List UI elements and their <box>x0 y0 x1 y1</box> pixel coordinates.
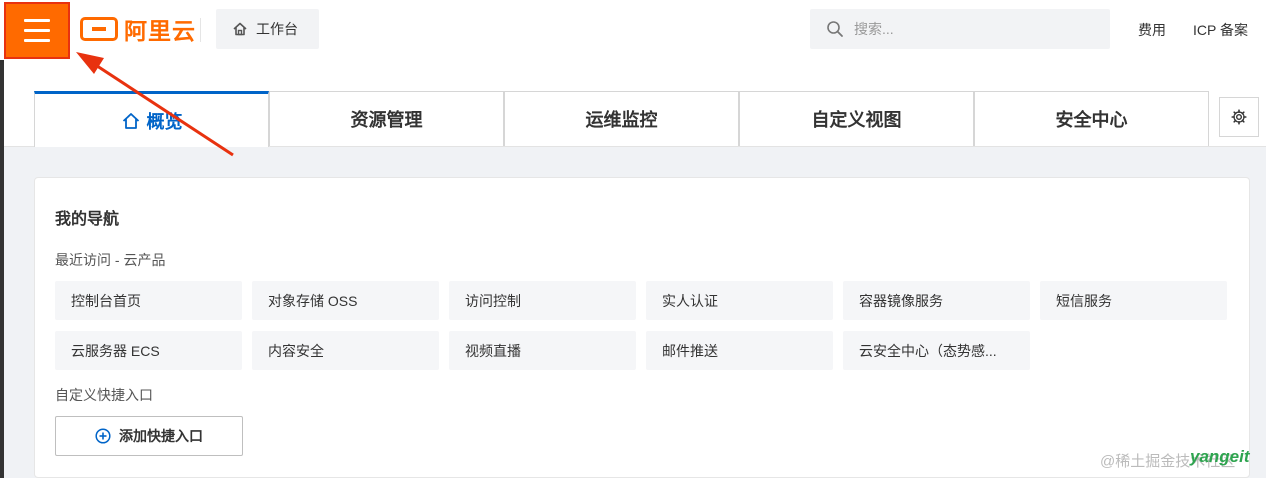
product-shortcut[interactable]: 邮件推送 <box>646 331 833 370</box>
aliyun-logo[interactable]: 阿里云 <box>80 14 196 44</box>
tab-resource-management[interactable]: 资源管理 <box>269 91 504 146</box>
tab-bar: 概览 资源管理 运维监控 自定义视图 安全中心 <box>4 60 1266 147</box>
product-shortcut[interactable]: 云服务器 ECS <box>55 331 242 370</box>
workbench-button[interactable]: 工作台 <box>216 9 319 49</box>
tab-settings-button[interactable] <box>1219 97 1259 137</box>
product-shortcut[interactable]: 容器镜像服务 <box>843 281 1030 320</box>
top-bar: 阿里云 工作台 费用 ICP 备案 <box>0 0 1266 60</box>
watermark-brand: yangeit <box>1190 447 1250 466</box>
header-divider <box>200 18 201 42</box>
home-icon <box>122 112 139 129</box>
product-shortcut[interactable]: 内容安全 <box>252 331 439 370</box>
search-input[interactable] <box>854 21 1094 37</box>
tab-custom-view[interactable]: 自定义视图 <box>739 91 974 146</box>
card-title: 我的导航 <box>55 211 120 228</box>
product-shortcut[interactable]: 对象存储 OSS <box>252 281 439 320</box>
recent-products-label: 最近访问 - 云产品 <box>55 252 166 268</box>
add-shortcut-button[interactable]: 添加快捷入口 <box>55 416 243 456</box>
global-search[interactable] <box>810 9 1110 49</box>
tab-label: 运维监控 <box>585 110 658 130</box>
gear-icon <box>1231 109 1247 125</box>
logo-text: 阿里云 <box>124 18 196 44</box>
product-shortcut[interactable]: 访问控制 <box>449 281 636 320</box>
custom-shortcuts-label: 自定义快捷入口 <box>55 387 153 403</box>
menu-icon-line <box>24 29 50 32</box>
workbench-label: 工作台 <box>256 21 298 37</box>
product-shortcut[interactable]: 实人认证 <box>646 281 833 320</box>
product-shortcut[interactable]: 视频直播 <box>449 331 636 370</box>
add-shortcut-label: 添加快捷入口 <box>119 428 203 444</box>
search-icon <box>827 21 843 37</box>
billing-link[interactable]: 费用 <box>1138 20 1166 40</box>
tab-overview-label: 概览 <box>146 111 183 132</box>
icp-filing-link[interactable]: ICP 备案 <box>1193 20 1248 40</box>
tab-ops-monitoring[interactable]: 运维监控 <box>504 91 739 146</box>
tab-security-center[interactable]: 安全中心 <box>974 91 1209 146</box>
my-navigation-card: 我的导航 最近访问 - 云产品 控制台首页 对象存储 OSS 访问控制 实人认证… <box>34 177 1250 478</box>
tab-label: 资源管理 <box>350 110 423 130</box>
tab-label: 安全中心 <box>1055 110 1128 130</box>
tab-label: 自定义视图 <box>811 110 902 130</box>
recent-products-grid: 控制台首页 对象存储 OSS 访问控制 实人认证 容器镜像服务 短信服务 云服务… <box>55 281 1230 370</box>
product-shortcut[interactable]: 控制台首页 <box>55 281 242 320</box>
menu-icon-line <box>24 19 50 22</box>
home-icon <box>233 22 247 36</box>
product-shortcut[interactable]: 云安全中心（态势感... <box>843 331 1030 370</box>
menu-icon-line <box>24 39 50 42</box>
plus-circle-icon <box>95 428 111 444</box>
hamburger-menu-button[interactable] <box>4 2 70 59</box>
tab-overview[interactable]: 概览 <box>34 91 269 147</box>
aliyun-logo-icon <box>80 17 118 41</box>
product-shortcut[interactable]: 短信服务 <box>1040 281 1227 320</box>
